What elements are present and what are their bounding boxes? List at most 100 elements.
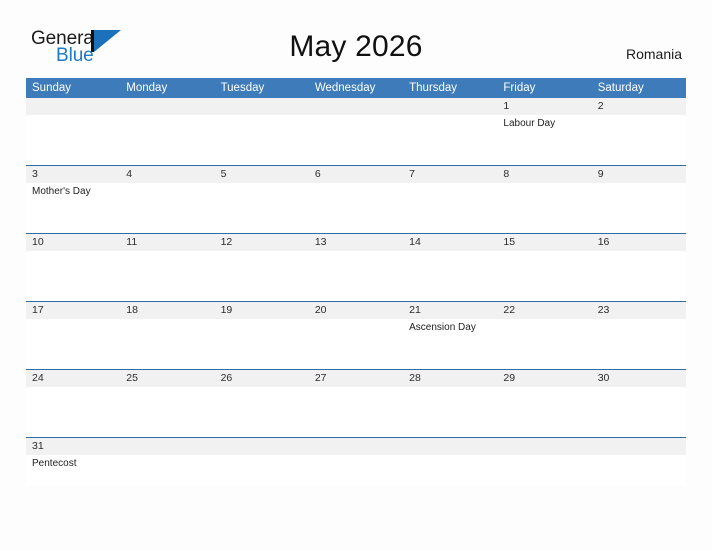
day-number[interactable] <box>592 438 686 455</box>
day-event[interactable] <box>592 387 686 437</box>
day-event[interactable] <box>497 251 591 301</box>
day-number[interactable] <box>120 438 214 455</box>
day-number[interactable]: 13 <box>309 234 403 251</box>
day-event[interactable] <box>403 183 497 233</box>
day-event[interactable] <box>120 115 214 165</box>
day-event[interactable] <box>309 183 403 233</box>
day-number[interactable] <box>403 98 497 115</box>
week-row: 31 Pentecost <box>26 437 686 485</box>
week-date-band: 17 18 19 20 21 22 23 <box>26 302 686 319</box>
day-number[interactable]: 5 <box>215 166 309 183</box>
day-number[interactable] <box>215 438 309 455</box>
day-event[interactable] <box>592 183 686 233</box>
day-event[interactable] <box>309 387 403 437</box>
day-event[interactable] <box>120 183 214 233</box>
day-event[interactable] <box>403 251 497 301</box>
day-event[interactable] <box>215 319 309 369</box>
day-event[interactable] <box>120 387 214 437</box>
weekday-header-sunday: Sunday <box>32 82 72 94</box>
day-event[interactable]: Mother's Day <box>26 183 120 233</box>
day-event[interactable] <box>26 319 120 369</box>
day-event[interactable] <box>497 387 591 437</box>
day-event[interactable] <box>26 251 120 301</box>
day-event[interactable] <box>497 319 591 369</box>
day-event[interactable] <box>497 455 591 485</box>
day-event[interactable] <box>215 455 309 485</box>
week-event-band: Pentecost <box>26 455 686 485</box>
week-date-band: 31 <box>26 438 686 455</box>
week-event-band: Labour Day <box>26 115 686 165</box>
day-event[interactable] <box>592 319 686 369</box>
day-event[interactable] <box>26 387 120 437</box>
day-number[interactable]: 21 <box>403 302 497 319</box>
day-number[interactable]: 1 <box>497 98 591 115</box>
week-row: 17 18 19 20 21 22 23 Ascension Day <box>26 301 686 369</box>
day-event[interactable]: Pentecost <box>26 455 120 485</box>
day-number[interactable]: 19 <box>215 302 309 319</box>
page-header: General Blue May 2026 Romania <box>0 0 712 78</box>
day-number[interactable] <box>497 438 591 455</box>
week-date-band: 10 11 12 13 14 15 16 <box>26 234 686 251</box>
day-event[interactable] <box>215 251 309 301</box>
day-number[interactable]: 11 <box>120 234 214 251</box>
day-number[interactable]: 7 <box>403 166 497 183</box>
day-number[interactable]: 12 <box>215 234 309 251</box>
day-event[interactable] <box>403 387 497 437</box>
day-number[interactable] <box>26 98 120 115</box>
day-event[interactable] <box>592 115 686 165</box>
day-number[interactable]: 4 <box>120 166 214 183</box>
day-number[interactable]: 18 <box>120 302 214 319</box>
week-date-band: 1 2 <box>26 98 686 115</box>
day-number[interactable]: 8 <box>497 166 591 183</box>
weekday-header-thursday: Thursday <box>409 82 458 94</box>
day-number[interactable]: 10 <box>26 234 120 251</box>
day-event[interactable] <box>120 319 214 369</box>
day-number[interactable]: 24 <box>26 370 120 387</box>
weekday-header-row: Sunday Monday Tuesday Wednesday Thursday… <box>26 78 686 98</box>
day-number[interactable] <box>309 438 403 455</box>
day-number[interactable]: 26 <box>215 370 309 387</box>
day-event[interactable] <box>592 251 686 301</box>
day-number[interactable] <box>403 438 497 455</box>
day-event[interactable] <box>215 387 309 437</box>
week-date-band: 24 25 26 27 28 29 30 <box>26 370 686 387</box>
day-number[interactable]: 25 <box>120 370 214 387</box>
day-number[interactable]: 30 <box>592 370 686 387</box>
day-event[interactable] <box>215 115 309 165</box>
week-event-band <box>26 251 686 301</box>
day-number[interactable] <box>120 98 214 115</box>
day-number[interactable]: 27 <box>309 370 403 387</box>
day-number[interactable]: 2 <box>592 98 686 115</box>
day-event[interactable] <box>120 455 214 485</box>
day-event[interactable] <box>120 251 214 301</box>
day-event[interactable]: Labour Day <box>497 115 591 165</box>
day-number[interactable]: 31 <box>26 438 120 455</box>
day-event[interactable] <box>403 455 497 485</box>
day-event[interactable] <box>309 251 403 301</box>
day-event[interactable] <box>592 455 686 485</box>
day-number[interactable]: 20 <box>309 302 403 319</box>
day-event[interactable] <box>215 183 309 233</box>
day-number[interactable]: 28 <box>403 370 497 387</box>
day-event[interactable] <box>309 455 403 485</box>
day-number[interactable]: 3 <box>26 166 120 183</box>
day-number[interactable] <box>215 98 309 115</box>
day-event[interactable] <box>26 115 120 165</box>
week-row: 10 11 12 13 14 15 16 <box>26 233 686 301</box>
day-number[interactable]: 22 <box>497 302 591 319</box>
day-number[interactable]: 9 <box>592 166 686 183</box>
day-number[interactable]: 23 <box>592 302 686 319</box>
day-event[interactable] <box>309 319 403 369</box>
day-number[interactable]: 16 <box>592 234 686 251</box>
day-event[interactable] <box>497 183 591 233</box>
day-event[interactable]: Ascension Day <box>403 319 497 369</box>
day-event[interactable] <box>403 115 497 165</box>
day-number[interactable]: 6 <box>309 166 403 183</box>
day-event[interactable] <box>309 115 403 165</box>
day-number[interactable]: 15 <box>497 234 591 251</box>
weekday-header-friday: Friday <box>503 82 536 94</box>
day-number[interactable]: 29 <box>497 370 591 387</box>
day-number[interactable] <box>309 98 403 115</box>
day-number[interactable]: 17 <box>26 302 120 319</box>
day-number[interactable]: 14 <box>403 234 497 251</box>
